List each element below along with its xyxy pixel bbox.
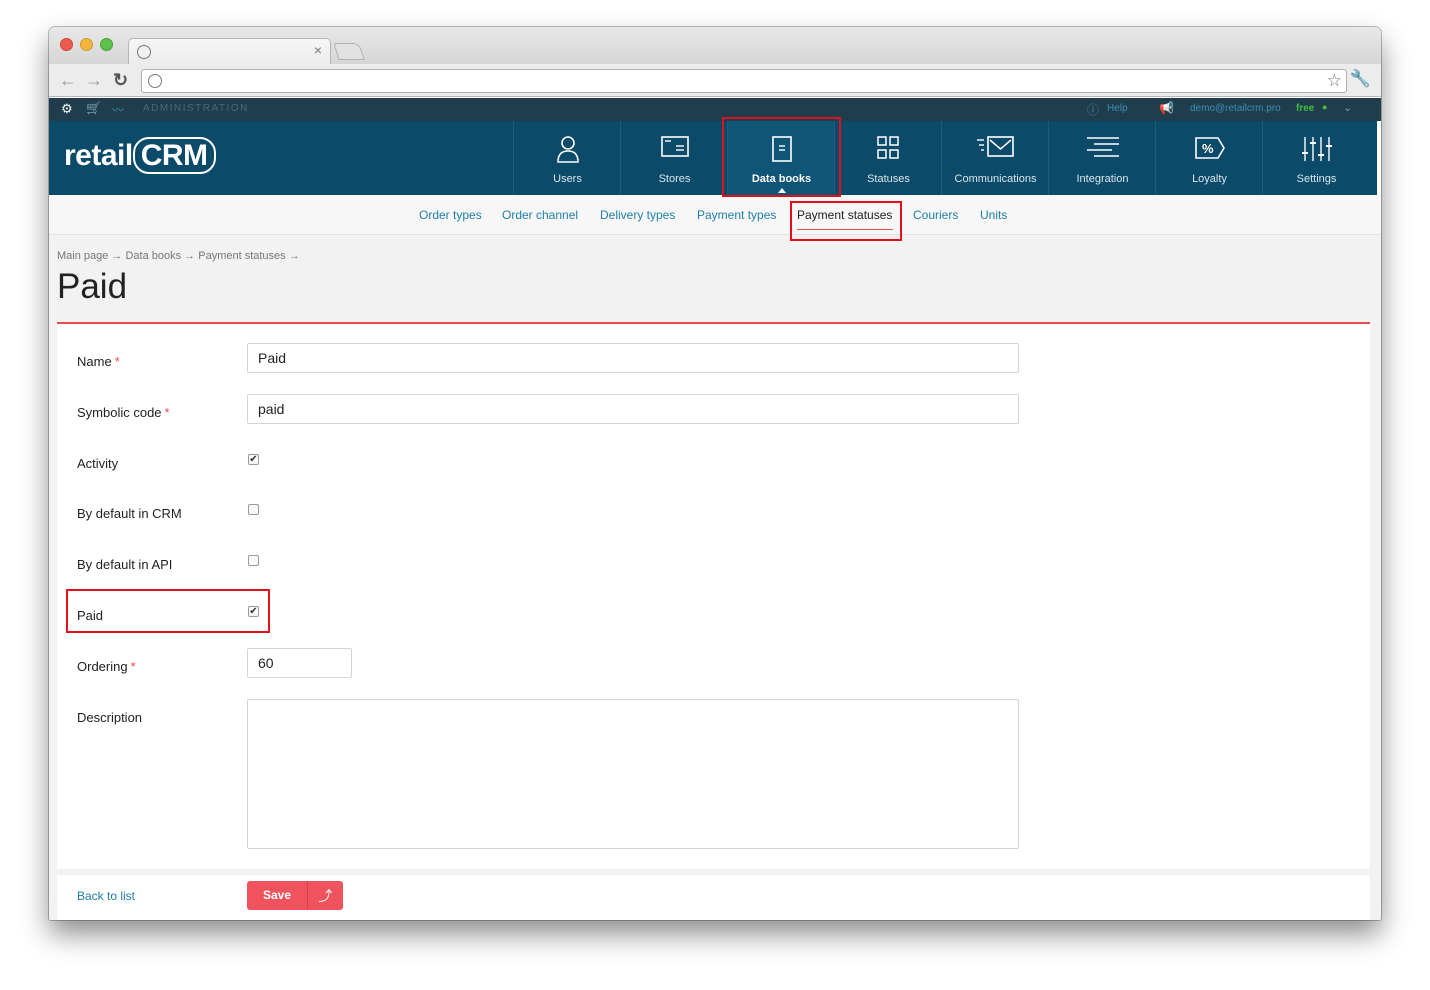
- main-header: retail CRM Users Stores Data books Statu…: [49, 121, 1377, 195]
- activity-checkbox[interactable]: ✔: [248, 454, 259, 465]
- default-api-checkbox[interactable]: [248, 555, 259, 566]
- default-api-label: By default in API: [77, 557, 173, 572]
- nav-loyalty[interactable]: % Loyalty: [1155, 121, 1262, 195]
- name-label-text: Name: [77, 354, 112, 369]
- user-email[interactable]: demo@retailcrm.pro: [1190, 103, 1281, 114]
- chart-icon[interactable]: 〰: [112, 101, 124, 118]
- page-title: Paid: [57, 267, 128, 306]
- nav-settings[interactable]: Settings: [1262, 121, 1369, 195]
- subnav-payment-types[interactable]: Payment types: [697, 208, 776, 222]
- subnav-order-types[interactable]: Order types: [419, 208, 482, 222]
- browser-tab[interactable]: ×: [128, 38, 331, 65]
- required-mark: *: [164, 405, 170, 420]
- tab-close-icon[interactable]: ×: [314, 42, 322, 58]
- content-area: Main page → Data books → Payment statuse…: [49, 235, 1381, 920]
- code-label: Symbolic code *: [77, 405, 170, 420]
- form-footer: Back to list Save ⤴: [57, 875, 1370, 920]
- back-arrow-icon[interactable]: ←: [59, 70, 77, 90]
- megaphone-icon[interactable]: 📢: [1159, 101, 1174, 115]
- lines-icon: [1049, 135, 1156, 166]
- required-mark: *: [114, 354, 120, 369]
- nav-integration[interactable]: Integration: [1048, 121, 1155, 195]
- subnav-couriers[interactable]: Couriers: [913, 208, 958, 222]
- retailcrm-logo[interactable]: retail CRM: [64, 137, 216, 174]
- globe-icon: [137, 45, 151, 59]
- save-button[interactable]: Save ⤴: [247, 881, 343, 910]
- save-label: Save: [262, 888, 292, 902]
- browser-window: × ← → ↻ ☆ 🔧 ⚙ 🛒 〰 ADMINISTRATION ⓘ Help …: [49, 27, 1381, 920]
- save-up-arrow-icon[interactable]: ⤴: [308, 886, 343, 906]
- store-icon: [621, 135, 728, 166]
- logo-crm-text: CRM: [132, 137, 216, 174]
- forward-arrow-icon[interactable]: →: [85, 70, 103, 90]
- plan-badge: free: [1296, 103, 1315, 114]
- description-label: Description: [77, 710, 143, 725]
- maximize-window-button[interactable]: [100, 38, 113, 51]
- bookmark-star-icon[interactable]: ☆: [1327, 71, 1342, 91]
- admin-strip: ⚙ 🛒 〰 ADMINISTRATION ⓘ Help 📢 demo@retai…: [49, 98, 1381, 121]
- nav-label: Stores: [658, 173, 691, 185]
- wrench-icon[interactable]: 🔧: [1350, 69, 1371, 89]
- ordering-field[interactable]: [247, 648, 352, 678]
- highlight-data-books: [722, 117, 841, 197]
- name-field[interactable]: [247, 343, 1019, 373]
- required-mark: *: [130, 659, 136, 674]
- breadcrumb[interactable]: Main page → Data books → Payment statuse…: [57, 250, 300, 262]
- nav-label: Statuses: [867, 173, 910, 185]
- sub-navigation: Order types Order channel Delivery types…: [49, 195, 1381, 235]
- subnav-units[interactable]: Units: [980, 208, 1007, 222]
- chevron-down-icon[interactable]: ⌄: [1343, 101, 1352, 114]
- name-label: Name *: [77, 354, 120, 369]
- nav-label: Loyalty: [1192, 173, 1227, 185]
- nav-label: Integration: [1076, 173, 1129, 185]
- nav-communications[interactable]: Communications: [941, 121, 1048, 195]
- close-window-button[interactable]: [60, 38, 73, 51]
- logo-text: retail: [64, 139, 133, 172]
- default-crm-checkbox[interactable]: [248, 504, 259, 515]
- svg-text:%: %: [1202, 141, 1214, 156]
- nav-label: Users: [553, 173, 582, 185]
- new-tab-button[interactable]: [333, 43, 365, 60]
- percent-tag-icon: %: [1156, 135, 1263, 168]
- cart-icon[interactable]: 🛒: [86, 101, 101, 115]
- minimize-window-button[interactable]: [80, 38, 93, 51]
- address-bar[interactable]: ☆: [141, 69, 1347, 93]
- browser-toolbar: ← → ↻ ☆ 🔧: [49, 64, 1381, 97]
- nav-label: Settings: [1296, 173, 1337, 185]
- subnav-order-channel[interactable]: Order channel: [502, 208, 578, 222]
- nav-label: Communications: [954, 173, 1037, 185]
- ordering-label-text: Ordering: [77, 659, 128, 674]
- section-label: ADMINISTRATION: [143, 103, 249, 114]
- user-icon: [514, 135, 621, 170]
- sliders-icon: [1263, 135, 1370, 170]
- subnav-delivery-types[interactable]: Delivery types: [600, 208, 675, 222]
- nav-statuses[interactable]: Statuses: [834, 121, 941, 195]
- grid-icon: [835, 135, 942, 168]
- nav-users[interactable]: Users: [513, 121, 620, 195]
- back-to-list-link[interactable]: Back to list: [77, 889, 135, 903]
- highlight-payment-statuses: [790, 201, 902, 241]
- highlight-paid-row: [66, 589, 270, 633]
- description-field[interactable]: [247, 699, 1019, 849]
- status-dot-icon: ●: [1322, 102, 1328, 112]
- reload-icon[interactable]: ↻: [113, 70, 128, 90]
- activity-label: Activity: [77, 456, 119, 471]
- mail-icon: [942, 135, 1049, 166]
- globe-icon: [148, 74, 162, 88]
- code-label-text: Symbolic code: [77, 405, 162, 420]
- gear-icon[interactable]: ⚙: [61, 101, 73, 117]
- symbolic-code-field[interactable]: [247, 394, 1019, 424]
- help-link[interactable]: Help: [1107, 103, 1128, 114]
- title-bar: ×: [49, 27, 1381, 65]
- help-icon[interactable]: ⓘ: [1087, 101, 1099, 118]
- default-crm-label: By default in CRM: [77, 506, 182, 521]
- nav-stores[interactable]: Stores: [620, 121, 727, 195]
- ordering-label: Ordering *: [77, 659, 136, 674]
